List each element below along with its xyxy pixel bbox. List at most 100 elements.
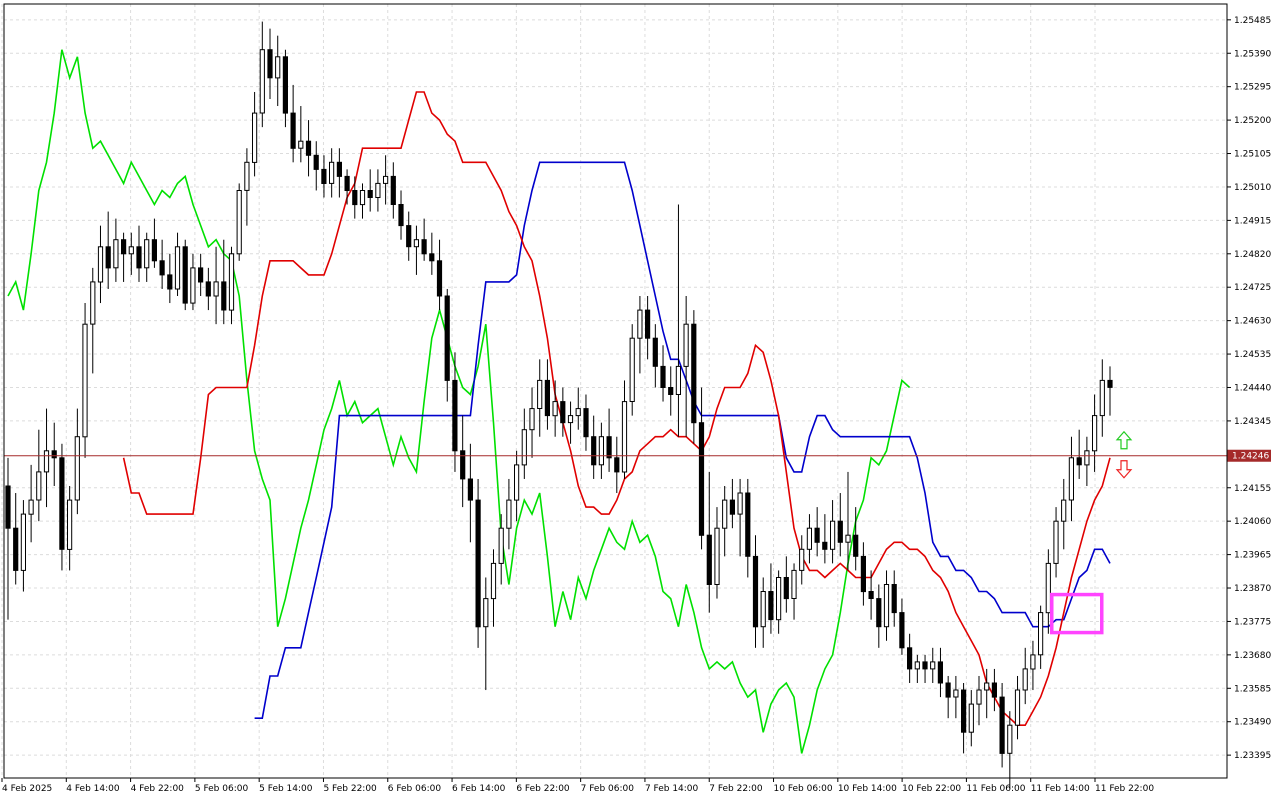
candle-bullish: [67, 499, 73, 550]
candle-bullish: [413, 239, 419, 248]
candle-bullish: [1068, 457, 1075, 501]
candle-bearish: [837, 520, 843, 543]
candle-bearish: [467, 478, 473, 501]
x-tick-label: 10 Feb 22:00: [902, 784, 961, 794]
candle-bullish: [621, 401, 628, 473]
candle-bullish: [97, 246, 104, 283]
candle-bearish: [221, 281, 227, 311]
candle-bearish: [390, 175, 396, 205]
x-tick-label: 5 Feb 06:00: [195, 784, 249, 794]
x-tick-label: 4 Feb 22:00: [131, 784, 185, 794]
x-tick-label: 7 Feb 22:00: [709, 784, 763, 794]
candle-bullish: [375, 182, 381, 198]
candle-bearish: [398, 204, 404, 227]
candle-bullish: [259, 49, 265, 114]
candle-bearish: [105, 246, 111, 269]
candle-bullish: [383, 175, 389, 184]
y-tick-label: 1.24155: [1234, 484, 1271, 494]
candle-bullish: [930, 661, 936, 670]
candle-bullish: [1084, 450, 1090, 466]
candle-bearish: [205, 281, 211, 297]
candle-bearish: [460, 450, 466, 480]
candle-bearish: [814, 527, 820, 543]
candle-bearish: [945, 682, 951, 698]
candle-bullish: [506, 499, 512, 529]
candle-bullish: [1007, 724, 1013, 754]
candle-bearish: [783, 577, 789, 600]
candle-bearish: [352, 190, 358, 206]
y-tick-label: 1.23870: [1234, 584, 1271, 594]
y-tick-label: 1.23775: [1234, 617, 1271, 627]
candle-bullish: [575, 408, 581, 417]
candle-bullish: [1022, 668, 1028, 691]
candle-bullish: [483, 598, 489, 628]
candle-bullish: [629, 337, 635, 403]
candle-bullish: [799, 548, 805, 571]
x-tick-label: 10 Feb 14:00: [838, 784, 897, 794]
candle-bullish: [1045, 562, 1051, 614]
y-tick-label: 1.25485: [1234, 16, 1271, 26]
y-tick-label: 1.24060: [1234, 517, 1271, 527]
candle-bullish: [213, 281, 219, 297]
x-tick-label: 6 Feb 14:00: [452, 784, 506, 794]
candle-bullish: [514, 464, 520, 501]
candle-bearish: [51, 450, 57, 459]
candle-bullish: [28, 499, 34, 515]
candle-bearish: [768, 591, 774, 621]
x-tick-label: 5 Feb 14:00: [259, 784, 313, 794]
candle-bullish: [791, 569, 797, 600]
candle-bullish: [1061, 499, 1067, 522]
y-tick-label: 1.24820: [1234, 250, 1271, 260]
candle-bearish: [745, 492, 751, 557]
x-tick-label: 11 Feb 22:00: [1095, 784, 1154, 794]
x-tick-label: 5 Feb 22:00: [323, 784, 377, 794]
candle-bullish: [43, 450, 50, 473]
candle-bullish: [737, 492, 743, 515]
y-tick-label: 1.24535: [1234, 350, 1271, 360]
candle-bullish: [498, 527, 504, 564]
candle-bullish: [776, 577, 782, 621]
candle-bullish: [760, 591, 766, 628]
candle-bearish: [305, 140, 312, 156]
x-tick-label: 10 Feb 06:00: [774, 784, 833, 794]
candle-bullish: [1030, 654, 1036, 670]
candle-bearish: [5, 485, 11, 529]
candle-bullish: [113, 239, 119, 269]
candlestick-chart[interactable]: 1.24246 1.25485 1.25390 1.25295 1.25200 1.25…: [0, 0, 1280, 800]
y-tick-label: 1.23585: [1234, 684, 1271, 694]
candle-bullish: [953, 689, 959, 698]
y-tick-label: 1.25390: [1234, 49, 1271, 59]
candle-bearish: [937, 661, 943, 684]
y-tick-label: 1.24915: [1234, 216, 1271, 226]
candle-bearish: [1076, 457, 1082, 466]
candle-bearish: [182, 246, 188, 304]
candle-bearish: [645, 309, 651, 339]
candle-bearish: [922, 661, 928, 670]
candle-bullish: [128, 246, 134, 255]
candle-bullish: [1053, 520, 1059, 564]
candle-bullish: [683, 323, 689, 367]
y-tick-label: 1.25105: [1234, 150, 1271, 160]
candle-bullish: [20, 513, 26, 571]
candle-bearish: [560, 401, 566, 424]
y-tick-label: 1.23680: [1234, 651, 1271, 661]
candle-bearish: [899, 612, 905, 649]
candle-bearish: [421, 239, 427, 255]
y-tick-label: 1.24345: [1234, 417, 1271, 427]
candle-bullish: [968, 703, 974, 733]
candle-bullish: [1092, 415, 1098, 452]
candle-bullish: [144, 239, 150, 269]
x-tick-label: 11 Feb 14:00: [1031, 784, 1090, 794]
current-price-label: 1.24246: [1232, 452, 1269, 462]
candle-bearish: [752, 555, 759, 628]
candle-bullish: [722, 499, 728, 529]
candle-bullish: [329, 161, 335, 184]
candle-bullish: [883, 584, 890, 628]
x-tick-label: 6 Feb 06:00: [388, 784, 442, 794]
y-tick-label: 1.25010: [1234, 183, 1271, 193]
candle-bullish: [830, 520, 836, 550]
x-tick-label: 11 Feb 06:00: [966, 784, 1025, 794]
candle-bearish: [868, 591, 874, 599]
candle-bearish: [853, 534, 859, 557]
y-tick-label: 1.24725: [1234, 283, 1271, 293]
